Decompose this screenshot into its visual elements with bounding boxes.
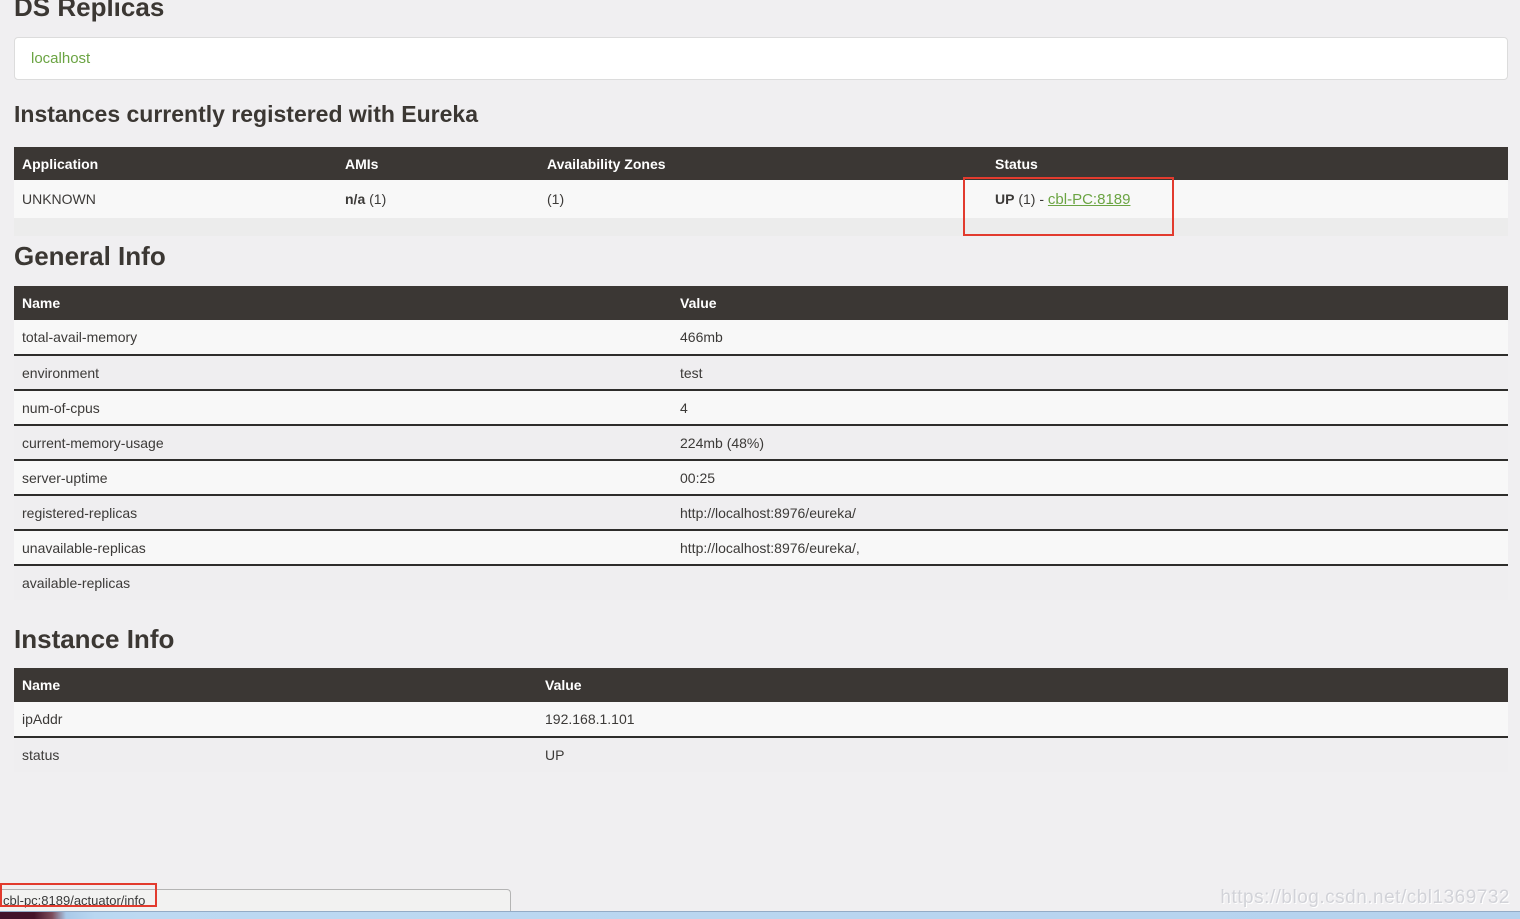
column-header-availability-zones: Availability Zones — [539, 147, 987, 180]
status-bar-url: cbl-pc:8189/actuator/info — [3, 893, 145, 908]
column-header-name: Name — [14, 286, 672, 320]
info-value: http://localhost:8976/eureka/ — [672, 495, 1508, 530]
info-value: 192.168.1.101 — [537, 702, 1508, 737]
info-name: current-memory-usage — [14, 425, 672, 460]
info-name: registered-replicas — [14, 495, 672, 530]
zones-cell: (1) — [539, 180, 987, 218]
table-row: ipAddr 192.168.1.101 — [14, 702, 1508, 737]
column-header-name: Name — [14, 668, 537, 702]
info-value: test — [672, 355, 1508, 390]
general-info-table: Name Value total-avail-memory 466mb envi… — [14, 286, 1508, 600]
status-count: (1) — [1018, 191, 1035, 207]
table-row: environment test — [14, 355, 1508, 390]
info-value: http://localhost:8976/eureka/, — [672, 530, 1508, 565]
column-header-application: Application — [14, 147, 337, 180]
instance-link-cbl-pc-8189[interactable]: cbl-PC:8189 — [1048, 191, 1131, 208]
instance-info-table: Name Value ipAddr 192.168.1.101 status U… — [14, 668, 1508, 772]
instance-row: UNKNOWN n/a (1) (1) UP (1) - cbl-PC:8189 — [14, 180, 1508, 218]
instances-header-row: Application AMIs Availability Zones Stat… — [14, 147, 1508, 180]
info-value: 466mb — [672, 320, 1508, 355]
window-edge-strip — [0, 911, 1520, 919]
info-name: total-avail-memory — [14, 320, 672, 355]
column-header-value: Value — [537, 668, 1508, 702]
status-separator: - — [1039, 191, 1044, 207]
info-value — [672, 565, 1508, 600]
browser-status-bar: cbl-pc:8189/actuator/info — [0, 889, 511, 911]
info-name: status — [14, 737, 537, 772]
amis-cell: n/a (1) — [337, 180, 539, 218]
info-value: UP — [537, 737, 1508, 772]
table-row: num-of-cpus 4 — [14, 390, 1508, 425]
replica-link-localhost[interactable]: localhost — [31, 50, 90, 67]
info-name: available-replicas — [14, 565, 672, 600]
column-header-amis: AMIs — [337, 147, 539, 180]
amis-count: (1) — [369, 191, 386, 207]
eureka-dashboard-page: DS Replicas localhost Instances currentl… — [0, 0, 1520, 919]
instances-heading: Instances currently registered with Eure… — [14, 101, 1508, 128]
instances-table-footer-strip — [14, 218, 1508, 236]
page-title: DS Replicas — [14, 0, 1508, 22]
info-name: num-of-cpus — [14, 390, 672, 425]
info-value: 00:25 — [672, 460, 1508, 495]
general-info-heading: General Info — [14, 241, 1508, 271]
column-header-status: Status — [987, 147, 1508, 180]
table-row: server-uptime 00:25 — [14, 460, 1508, 495]
instance-info-header-row: Name Value — [14, 668, 1508, 702]
ds-replicas-box: localhost — [14, 37, 1508, 80]
general-info-header-row: Name Value — [14, 286, 1508, 320]
page-content: DS Replicas localhost Instances currentl… — [0, 0, 1520, 772]
instance-info-heading: Instance Info — [14, 624, 1508, 654]
status-cell: UP (1) - cbl-PC:8189 — [987, 180, 1508, 218]
info-name: unavailable-replicas — [14, 530, 672, 565]
application-cell: UNKNOWN — [14, 180, 337, 218]
table-row: total-avail-memory 466mb — [14, 320, 1508, 355]
table-row: current-memory-usage 224mb (48%) — [14, 425, 1508, 460]
table-row: unavailable-replicas http://localhost:89… — [14, 530, 1508, 565]
info-value: 4 — [672, 390, 1508, 425]
info-name: environment — [14, 355, 672, 390]
amis-value: n/a — [345, 191, 365, 207]
table-row: available-replicas — [14, 565, 1508, 600]
instances-table: Application AMIs Availability Zones Stat… — [14, 147, 1508, 236]
table-row: status UP — [14, 737, 1508, 772]
table-row: registered-replicas http://localhost:897… — [14, 495, 1508, 530]
status-value: UP — [995, 191, 1014, 207]
info-name: server-uptime — [14, 460, 672, 495]
info-value: 224mb (48%) — [672, 425, 1508, 460]
watermark: https://blog.csdn.net/cbl1369732 — [1220, 887, 1510, 909]
info-name: ipAddr — [14, 702, 537, 737]
column-header-value: Value — [672, 286, 1508, 320]
